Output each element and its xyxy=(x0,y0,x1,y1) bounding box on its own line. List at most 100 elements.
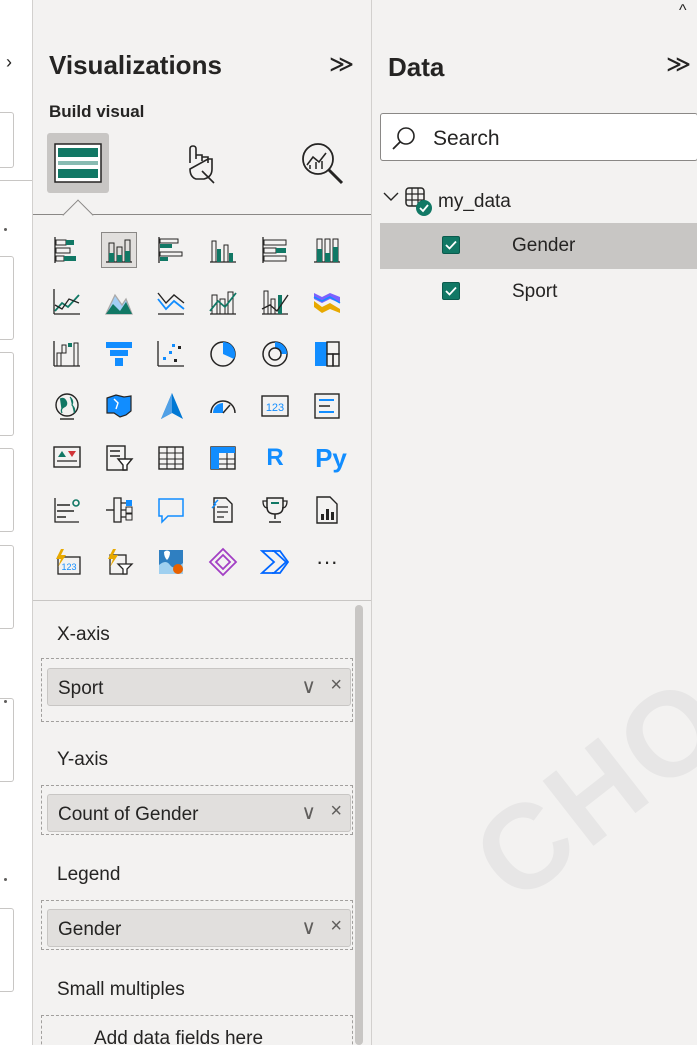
arcgis-map-icon[interactable] xyxy=(153,544,189,580)
legend-field-name: Gender xyxy=(58,919,122,940)
legend-field-pill[interactable]: Gender ∨ × xyxy=(47,909,351,947)
data-title: Data xyxy=(388,52,445,82)
power-apps-icon[interactable] xyxy=(205,544,241,580)
close-icon[interactable]: × xyxy=(330,915,342,938)
line-and-clustered-column-chart-icon[interactable] xyxy=(257,284,293,320)
card-icon[interactable]: 123 xyxy=(257,388,293,424)
format-paintbrush-icon xyxy=(189,145,215,184)
field-row-sport[interactable]: Sport xyxy=(380,269,697,315)
table-name: my_data xyxy=(438,191,511,212)
search-input[interactable]: Search xyxy=(380,113,697,161)
power-automate-card-icon[interactable]: 123 xyxy=(49,544,85,580)
format-visual-tab[interactable] xyxy=(169,133,231,193)
qa-icon[interactable] xyxy=(153,492,189,528)
more-visuals-icon[interactable]: ··· xyxy=(309,544,345,580)
bullet-dot xyxy=(4,878,7,881)
chevron-down-icon[interactable]: ∨ xyxy=(301,800,316,825)
wells-scrollbar[interactable] xyxy=(355,605,363,1045)
kpi-icon[interactable] xyxy=(49,440,85,476)
selected-tab-caret xyxy=(62,199,94,231)
chevron-down-icon[interactable]: ∨ xyxy=(301,915,316,940)
chevron-down-icon[interactable] xyxy=(382,188,400,206)
filter-card-stub[interactable] xyxy=(0,112,14,168)
build-visual-icon xyxy=(54,143,102,183)
gauge-icon[interactable] xyxy=(205,388,241,424)
collapse-data-button[interactable]: ≫ xyxy=(666,50,691,79)
chevron-up-icon[interactable]: ^ xyxy=(679,2,687,20)
key-influencers-icon[interactable] xyxy=(49,492,85,528)
power-automate-slicer-icon[interactable] xyxy=(101,544,137,580)
checkbox-checked-icon[interactable] xyxy=(442,236,460,254)
decomposition-tree-icon[interactable] xyxy=(101,492,137,528)
line-and-stacked-column-chart-icon[interactable] xyxy=(205,284,241,320)
py-label: Py xyxy=(315,442,347,473)
filter-card-stub[interactable] xyxy=(0,545,14,629)
analytics-tab[interactable] xyxy=(291,133,353,193)
paginated-report-icon[interactable] xyxy=(309,492,345,528)
stacked-column-chart-icon[interactable] xyxy=(101,232,137,268)
100-stacked-column-chart-icon[interactable] xyxy=(309,232,345,268)
filter-card-stub[interactable] xyxy=(0,352,14,436)
clustered-bar-chart-icon[interactable] xyxy=(153,232,189,268)
x-axis-label: X-axis xyxy=(57,624,110,645)
line-chart-icon[interactable] xyxy=(49,284,85,320)
donut-chart-icon[interactable] xyxy=(257,336,293,372)
ribbon-chart-icon[interactable] xyxy=(309,284,345,320)
area-chart-icon[interactable] xyxy=(101,284,137,320)
close-icon[interactable]: × xyxy=(330,800,342,823)
r-script-visual-icon[interactable]: R xyxy=(257,440,293,476)
visualizations-title: Visualizations xyxy=(49,50,222,80)
more-label: ··· xyxy=(316,549,338,574)
slicer-icon[interactable] xyxy=(101,440,137,476)
treemap-icon[interactable] xyxy=(309,336,345,372)
azure-map-icon[interactable] xyxy=(153,388,189,424)
scatter-chart-icon[interactable] xyxy=(153,336,189,372)
build-visual-label: Build visual xyxy=(49,102,145,121)
legend-label: Legend xyxy=(57,864,121,885)
add-data-fields-placeholder: Add data fields here xyxy=(94,1028,264,1045)
waterfall-chart-icon[interactable] xyxy=(49,336,85,372)
100-stacked-bar-chart-icon[interactable] xyxy=(257,232,293,268)
field-name: Sport xyxy=(512,281,558,302)
expand-filters-icon[interactable]: › xyxy=(6,52,12,73)
python-visual-icon[interactable]: Py xyxy=(309,440,353,476)
smart-narrative-icon[interactable] xyxy=(205,492,241,528)
map-icon[interactable] xyxy=(49,388,85,424)
x-axis-field-name: Sport xyxy=(58,678,104,699)
chevron-down-icon[interactable]: ∨ xyxy=(301,674,316,699)
matrix-icon[interactable] xyxy=(205,440,241,476)
x-axis-field-pill[interactable]: Sport ∨ × xyxy=(47,668,351,706)
filter-card-stub[interactable] xyxy=(0,448,14,532)
stacked-area-chart-icon[interactable] xyxy=(153,284,189,320)
power-automate-icon[interactable] xyxy=(257,544,293,580)
svg-text:123: 123 xyxy=(61,562,76,572)
analytics-magnifier-icon xyxy=(302,143,344,185)
filter-card-stub[interactable] xyxy=(0,908,14,992)
divider xyxy=(0,180,33,181)
y-axis-label: Y-axis xyxy=(57,749,109,770)
table-icon xyxy=(405,187,432,216)
field-name: Gender xyxy=(512,235,576,256)
collapse-visualizations-button[interactable]: ≫ xyxy=(329,50,354,79)
y-axis-field-name: Count of Gender xyxy=(58,804,199,825)
clustered-column-chart-icon[interactable] xyxy=(205,232,241,268)
filled-map-icon[interactable] xyxy=(101,388,137,424)
divider xyxy=(33,600,371,601)
field-row-gender[interactable]: Gender xyxy=(380,223,697,269)
table-icon[interactable] xyxy=(153,440,189,476)
build-visual-tab[interactable] xyxy=(47,133,109,193)
checkbox-checked-icon[interactable] xyxy=(442,282,460,300)
multi-row-card-icon[interactable] xyxy=(309,388,345,424)
funnel-icon[interactable] xyxy=(101,336,137,372)
svg-text:123: 123 xyxy=(266,402,284,414)
filter-card-stub[interactable] xyxy=(0,256,14,340)
stacked-bar-chart-icon[interactable] xyxy=(49,232,85,268)
search-icon xyxy=(392,127,415,150)
metrics-icon[interactable] xyxy=(257,492,293,528)
visualizations-pane: Visualizations ≫ Build visual 123 R Py 1… xyxy=(33,0,371,1045)
y-axis-field-pill[interactable]: Count of Gender ∨ × xyxy=(47,794,351,832)
filter-card-stub[interactable] xyxy=(0,698,14,782)
close-icon[interactable]: × xyxy=(330,674,342,697)
bullet-dot xyxy=(4,228,7,231)
pie-chart-icon[interactable] xyxy=(205,336,241,372)
